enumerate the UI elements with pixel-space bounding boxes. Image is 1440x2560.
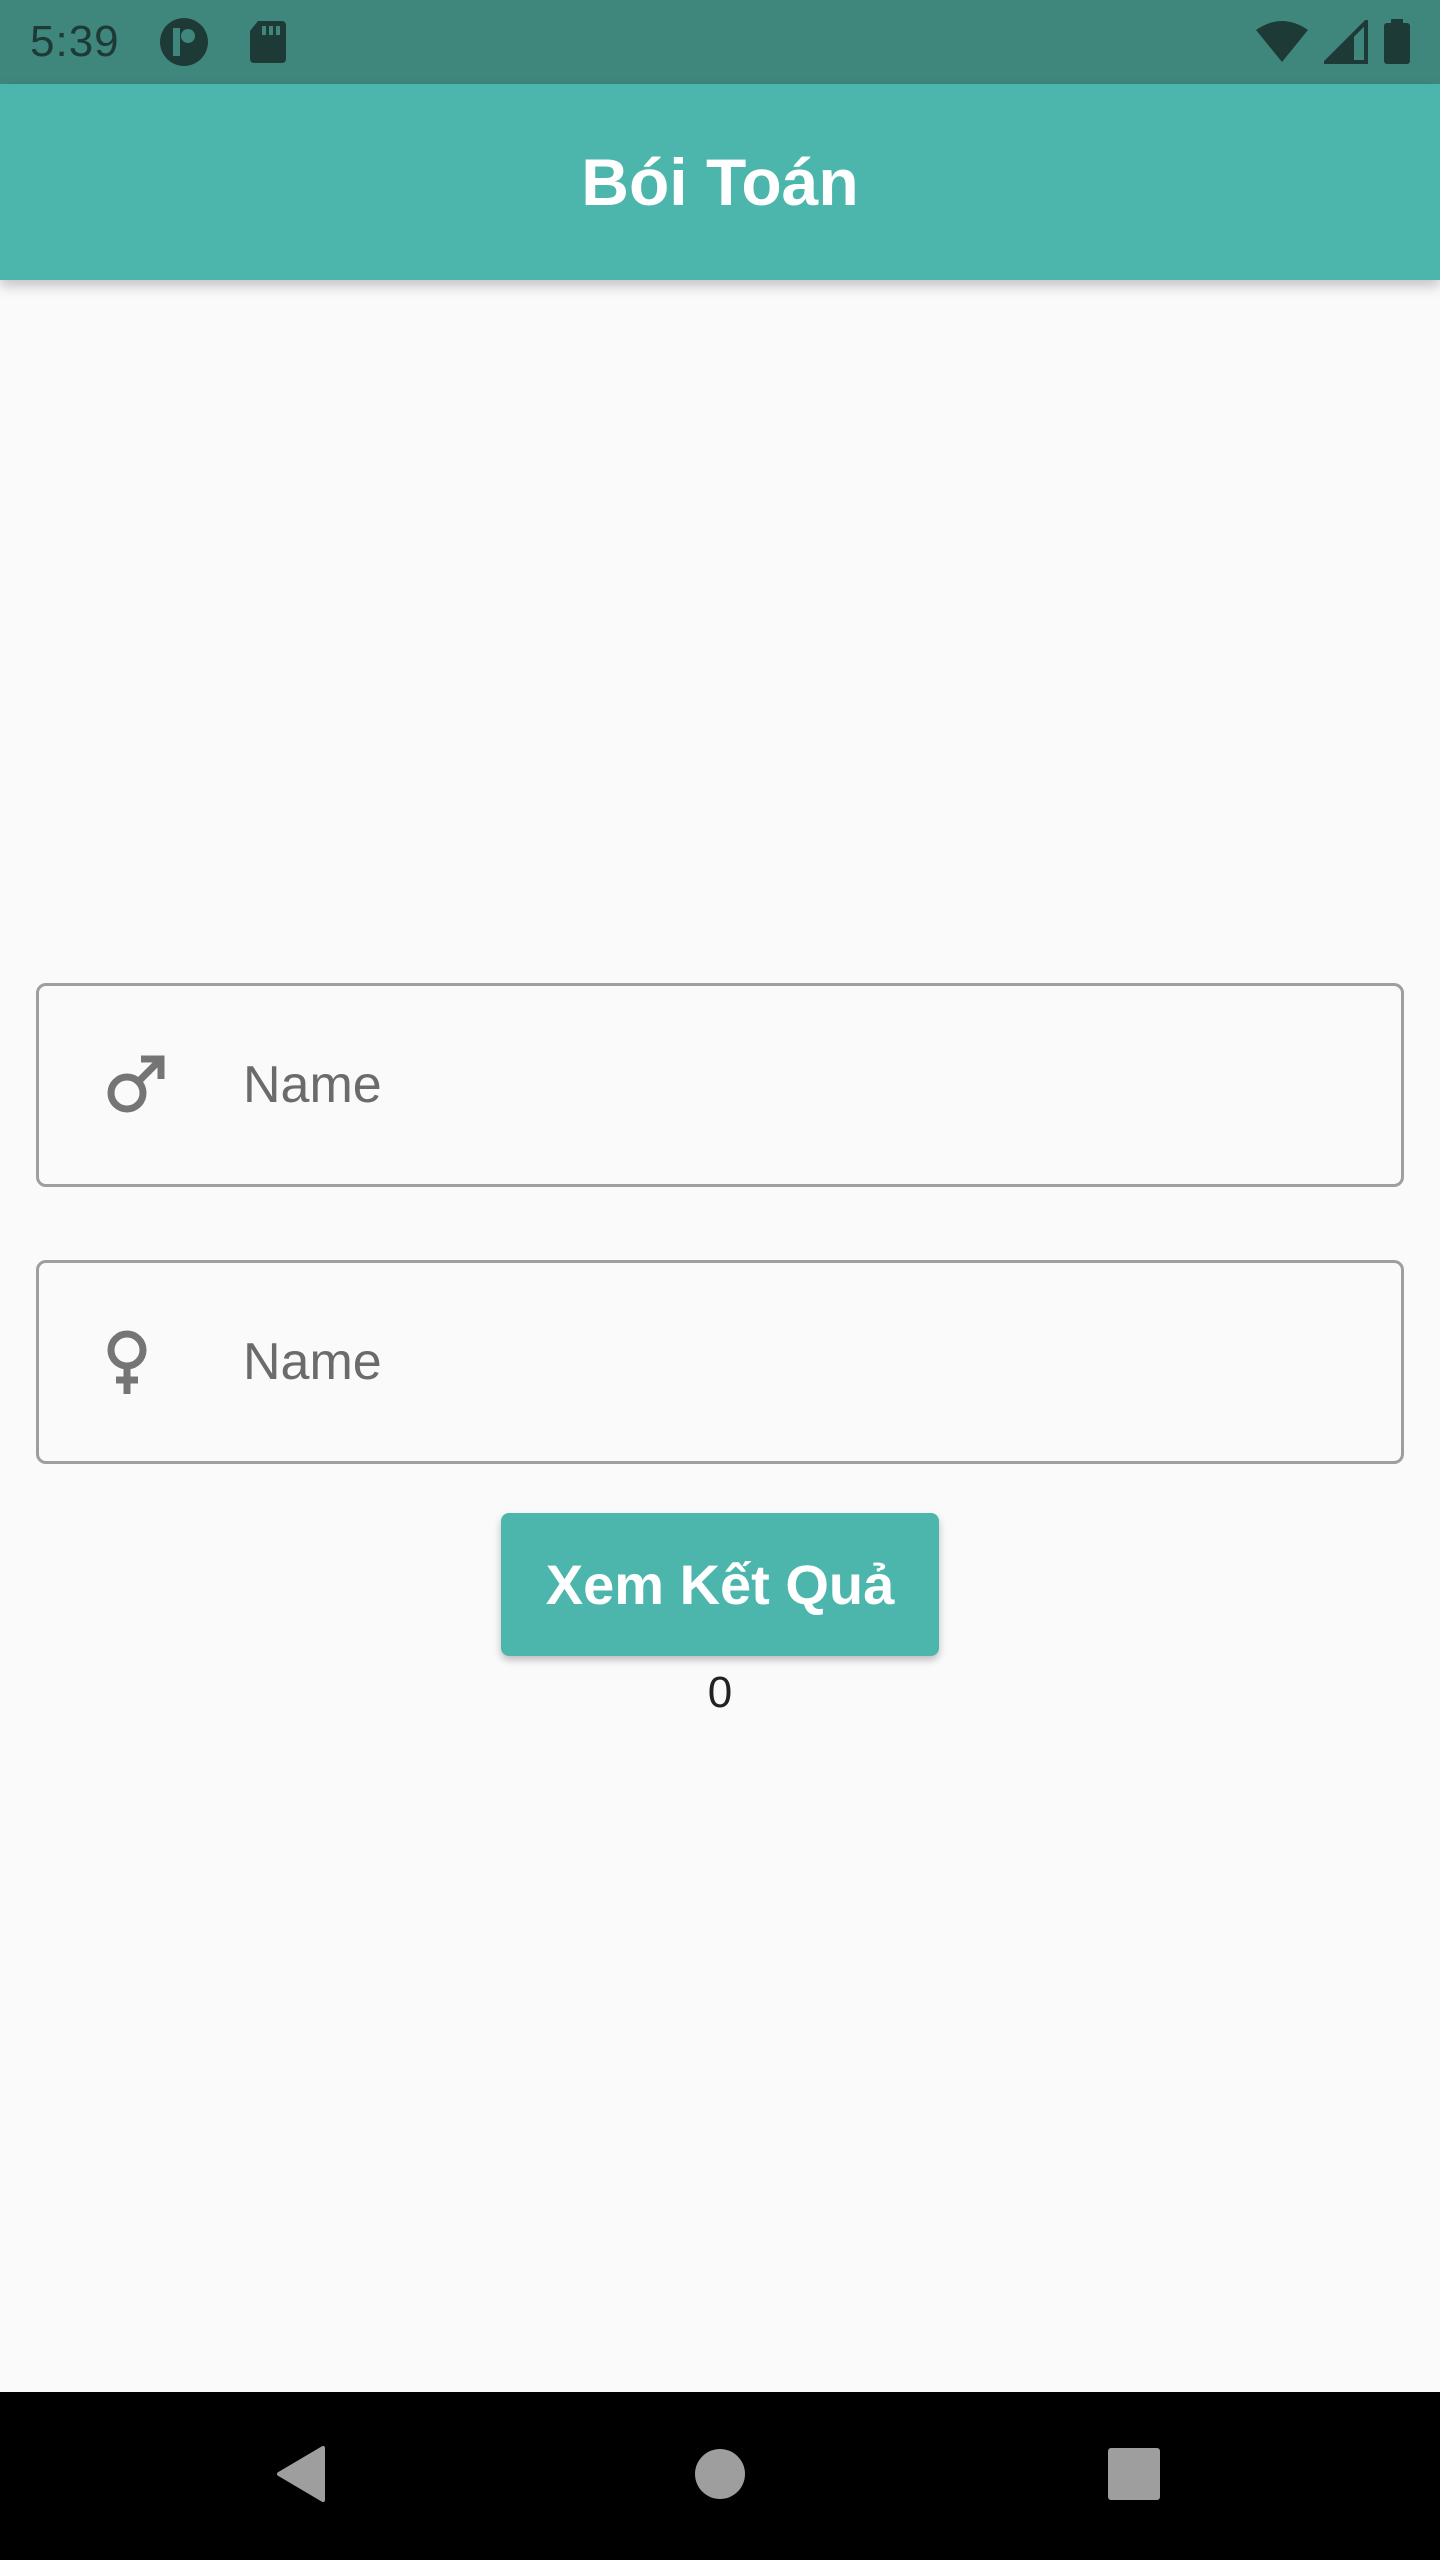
male-symbol-icon: [103, 1053, 203, 1117]
female-name-placeholder: Name: [243, 1333, 382, 1391]
result-value: 0: [707, 1668, 733, 1717]
status-time: 5:39: [30, 17, 120, 66]
male-name-input[interactable]: Name: [36, 983, 1404, 1187]
status-bar: 5:39: [0, 0, 1440, 84]
home-button[interactable]: [620, 2392, 820, 2560]
wifi-icon: [1254, 20, 1310, 64]
status-bar-right: [1254, 19, 1412, 65]
female-name-input[interactable]: Name: [36, 1260, 1404, 1464]
status-bar-left: 5:39: [30, 16, 288, 68]
recent-apps-icon: [1108, 2447, 1160, 2505]
battery-icon: [1382, 19, 1412, 65]
recent-apps-button[interactable]: [1034, 2392, 1234, 2560]
app-screen: 5:39 Bói Toán Name Name Xem Kết Quả 0: [0, 0, 1440, 2560]
navigation-bar: [0, 2392, 1440, 2560]
app-bar: Bói Toán: [0, 84, 1440, 280]
female-symbol-icon: [103, 1328, 203, 1396]
home-icon: [694, 2448, 746, 2505]
cell-signal-icon: [1324, 20, 1368, 64]
male-name-placeholder: Name: [243, 1056, 382, 1114]
view-result-button[interactable]: Xem Kết Quả: [501, 1513, 939, 1656]
back-button[interactable]: [200, 2392, 400, 2560]
back-icon: [273, 2444, 327, 2509]
assistant-icon: [158, 16, 210, 68]
app-title: Bói Toán: [581, 145, 859, 219]
sd-card-icon: [248, 19, 288, 65]
